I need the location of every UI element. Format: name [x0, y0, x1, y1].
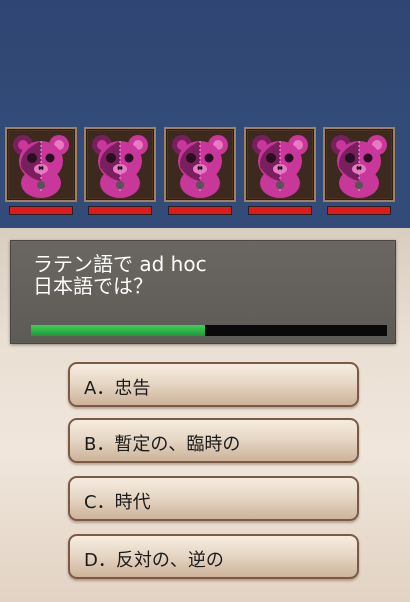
enemy-hp-fill-5 [328, 207, 390, 214]
enemy-hp-fill-1 [10, 207, 72, 214]
enemy-portrait-5[interactable] [323, 127, 395, 202]
enemy-hp-bar-1 [9, 206, 73, 215]
answer-label-a: A．忠告 [84, 378, 151, 399]
enemy-portrait-2[interactable] [84, 127, 156, 202]
sky-gradient [0, 0, 410, 120]
enemy-hp-fill-3 [169, 207, 231, 214]
enemy-portrait-3[interactable] [164, 127, 236, 202]
question-text-line1: ラテン語で ad hoc [33, 252, 207, 276]
question-text-line2: 日本語では？ [33, 274, 153, 298]
answer-button-a[interactable]: A．忠告 [68, 362, 359, 407]
enemy-hp-fill-2 [89, 207, 151, 214]
enemy-hp-bar-4 [248, 206, 312, 215]
answer-button-b[interactable]: B．暫定の、臨時の [68, 418, 359, 463]
answer-label-d: D．反対の、逆の [84, 550, 224, 571]
answer-label-c: C．時代 [84, 492, 151, 513]
answer-label-b: B．暫定の、臨時の [84, 434, 241, 455]
question-panel: ラテン語で ad hoc 日本語では？ [10, 240, 396, 344]
answer-button-d[interactable]: D．反対の、逆の [68, 534, 359, 579]
answer-button-c[interactable]: C．時代 [68, 476, 359, 521]
enemy-portrait-4[interactable] [244, 127, 316, 202]
enemy-hp-bar-5 [327, 206, 391, 215]
timer-bar-track [31, 325, 387, 336]
enemy-hp-fill-4 [249, 207, 311, 214]
enemy-hp-bar-3 [168, 206, 232, 215]
timer-bar-fill [31, 325, 206, 336]
enemy-portrait-1[interactable] [5, 127, 77, 202]
enemy-hp-bar-2 [88, 206, 152, 215]
